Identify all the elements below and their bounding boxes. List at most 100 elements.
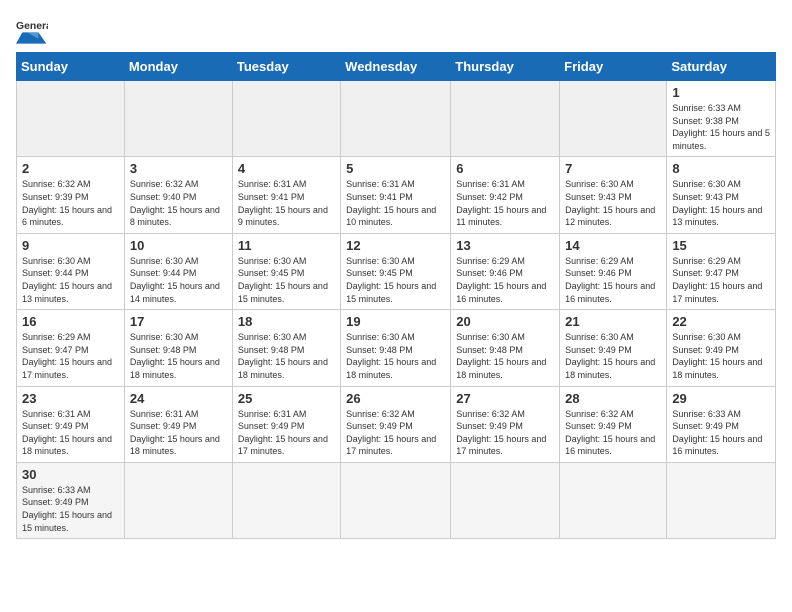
calendar-cell — [560, 462, 667, 538]
day-info: Sunrise: 6:31 AM Sunset: 9:41 PM Dayligh… — [238, 178, 335, 228]
day-number: 29 — [672, 391, 770, 406]
weekday-header: Friday — [560, 53, 667, 81]
logo-icon: General — [16, 16, 48, 44]
day-info: Sunrise: 6:33 AM Sunset: 9:49 PM Dayligh… — [22, 484, 119, 534]
day-info: Sunrise: 6:30 AM Sunset: 9:48 PM Dayligh… — [346, 331, 445, 381]
calendar-cell: 3 Sunrise: 6:32 AM Sunset: 9:40 PM Daylig… — [124, 157, 232, 233]
calendar-cell: 21 Sunrise: 6:30 AM Sunset: 9:49 PM Dayli… — [560, 310, 667, 386]
day-number: 5 — [346, 161, 445, 176]
day-number: 28 — [565, 391, 661, 406]
day-number: 25 — [238, 391, 335, 406]
day-number: 21 — [565, 314, 661, 329]
calendar-cell: 19 Sunrise: 6:30 AM Sunset: 9:48 PM Dayli… — [341, 310, 451, 386]
day-number: 30 — [22, 467, 119, 482]
day-info: Sunrise: 6:30 AM Sunset: 9:43 PM Dayligh… — [565, 178, 661, 228]
day-number: 20 — [456, 314, 554, 329]
day-number: 4 — [238, 161, 335, 176]
day-number: 7 — [565, 161, 661, 176]
calendar-cell: 5 Sunrise: 6:31 AM Sunset: 9:41 PM Daylig… — [341, 157, 451, 233]
calendar-week-row: 1 Sunrise: 6:33 AM Sunset: 9:38 PM Daylig… — [17, 81, 776, 157]
calendar-cell — [341, 462, 451, 538]
day-info: Sunrise: 6:31 AM Sunset: 9:49 PM Dayligh… — [130, 408, 227, 458]
page-header: General — [16, 16, 776, 44]
weekday-header-row: SundayMondayTuesdayWednesdayThursdayFrid… — [17, 53, 776, 81]
weekday-header: Tuesday — [232, 53, 340, 81]
day-number: 26 — [346, 391, 445, 406]
day-number: 9 — [22, 238, 119, 253]
calendar-week-row: 16Sunrise: 6:29 AM Sunset: 9:47 PM Dayli… — [17, 310, 776, 386]
day-info: Sunrise: 6:31 AM Sunset: 9:41 PM Dayligh… — [346, 178, 445, 228]
day-info: Sunrise: 6:30 AM Sunset: 9:48 PM Dayligh… — [456, 331, 554, 381]
day-number: 3 — [130, 161, 227, 176]
day-number: 1 — [672, 85, 770, 100]
day-info: Sunrise: 6:30 AM Sunset: 9:43 PM Dayligh… — [672, 178, 770, 228]
day-number: 17 — [130, 314, 227, 329]
day-info: Sunrise: 6:32 AM Sunset: 9:49 PM Dayligh… — [565, 408, 661, 458]
day-info: Sunrise: 6:29 AM Sunset: 9:46 PM Dayligh… — [456, 255, 554, 305]
calendar-cell: 9 Sunrise: 6:30 AM Sunset: 9:44 PM Daylig… — [17, 233, 125, 309]
calendar-cell: 29 Sunrise: 6:33 AM Sunset: 9:49 PM Dayli… — [667, 386, 776, 462]
day-info: Sunrise: 6:33 AM Sunset: 9:38 PM Dayligh… — [672, 102, 770, 152]
calendar-cell: 14Sunrise: 6:29 AM Sunset: 9:46 PM Dayli… — [560, 233, 667, 309]
day-number: 15 — [672, 238, 770, 253]
weekday-header: Monday — [124, 53, 232, 81]
calendar-cell: 30 Sunrise: 6:33 AM Sunset: 9:49 PM Dayli… — [17, 462, 125, 538]
day-info: Sunrise: 6:31 AM Sunset: 9:49 PM Dayligh… — [238, 408, 335, 458]
calendar-cell: 18 Sunrise: 6:30 AM Sunset: 9:48 PM Dayli… — [232, 310, 340, 386]
calendar-cell: 4 Sunrise: 6:31 AM Sunset: 9:41 PM Daylig… — [232, 157, 340, 233]
calendar-cell — [124, 462, 232, 538]
day-number: 22 — [672, 314, 770, 329]
weekday-header: Wednesday — [341, 53, 451, 81]
calendar-cell — [451, 462, 560, 538]
day-number: 16 — [22, 314, 119, 329]
day-number: 6 — [456, 161, 554, 176]
day-info: Sunrise: 6:30 AM Sunset: 9:44 PM Dayligh… — [130, 255, 227, 305]
day-info: Sunrise: 6:33 AM Sunset: 9:49 PM Dayligh… — [672, 408, 770, 458]
weekday-header: Saturday — [667, 53, 776, 81]
calendar-cell: 6 Sunrise: 6:31 AM Sunset: 9:42 PM Daylig… — [451, 157, 560, 233]
calendar-cell: 17 Sunrise: 6:30 AM Sunset: 9:48 PM Dayli… — [124, 310, 232, 386]
calendar-cell: 8 Sunrise: 6:30 AM Sunset: 9:43 PM Daylig… — [667, 157, 776, 233]
day-info: Sunrise: 6:30 AM Sunset: 9:48 PM Dayligh… — [238, 331, 335, 381]
calendar-cell: 28 Sunrise: 6:32 AM Sunset: 9:49 PM Dayli… — [560, 386, 667, 462]
day-info: Sunrise: 6:32 AM Sunset: 9:49 PM Dayligh… — [456, 408, 554, 458]
day-info: Sunrise: 6:32 AM Sunset: 9:49 PM Dayligh… — [346, 408, 445, 458]
day-number: 18 — [238, 314, 335, 329]
calendar-cell: 16Sunrise: 6:29 AM Sunset: 9:47 PM Dayli… — [17, 310, 125, 386]
calendar-week-row: 2Sunrise: 6:32 AM Sunset: 9:39 PM Daylig… — [17, 157, 776, 233]
day-number: 27 — [456, 391, 554, 406]
day-info: Sunrise: 6:29 AM Sunset: 9:47 PM Dayligh… — [672, 255, 770, 305]
calendar-cell — [451, 81, 560, 157]
calendar-cell — [560, 81, 667, 157]
day-number: 23 — [22, 391, 119, 406]
calendar-cell — [17, 81, 125, 157]
calendar-cell: 27 Sunrise: 6:32 AM Sunset: 9:49 PM Dayli… — [451, 386, 560, 462]
day-number: 10 — [130, 238, 227, 253]
calendar-week-row: 30 Sunrise: 6:33 AM Sunset: 9:49 PM Dayli… — [17, 462, 776, 538]
calendar-week-row: 9 Sunrise: 6:30 AM Sunset: 9:44 PM Daylig… — [17, 233, 776, 309]
day-number: 14 — [565, 238, 661, 253]
day-number: 12 — [346, 238, 445, 253]
day-info: Sunrise: 6:31 AM Sunset: 9:49 PM Dayligh… — [22, 408, 119, 458]
day-number: 24 — [130, 391, 227, 406]
calendar-cell — [341, 81, 451, 157]
calendar-cell: 7 Sunrise: 6:30 AM Sunset: 9:43 PM Daylig… — [560, 157, 667, 233]
day-info: Sunrise: 6:30 AM Sunset: 9:45 PM Dayligh… — [346, 255, 445, 305]
calendar-week-row: 23 Sunrise: 6:31 AM Sunset: 9:49 PM Dayli… — [17, 386, 776, 462]
day-info: Sunrise: 6:32 AM Sunset: 9:40 PM Dayligh… — [130, 178, 227, 228]
day-info: Sunrise: 6:30 AM Sunset: 9:49 PM Dayligh… — [672, 331, 770, 381]
day-info: Sunrise: 6:31 AM Sunset: 9:42 PM Dayligh… — [456, 178, 554, 228]
day-info: Sunrise: 6:30 AM Sunset: 9:49 PM Dayligh… — [565, 331, 661, 381]
calendar-cell: 12 Sunrise: 6:30 AM Sunset: 9:45 PM Dayli… — [341, 233, 451, 309]
calendar-cell: 1 Sunrise: 6:33 AM Sunset: 9:38 PM Daylig… — [667, 81, 776, 157]
calendar-cell: 24 Sunrise: 6:31 AM Sunset: 9:49 PM Dayli… — [124, 386, 232, 462]
day-info: Sunrise: 6:30 AM Sunset: 9:48 PM Dayligh… — [130, 331, 227, 381]
day-info: Sunrise: 6:30 AM Sunset: 9:44 PM Dayligh… — [22, 255, 119, 305]
day-number: 19 — [346, 314, 445, 329]
svg-text:General: General — [16, 21, 48, 32]
day-number: 8 — [672, 161, 770, 176]
calendar-cell: 10 Sunrise: 6:30 AM Sunset: 9:44 PM Dayli… — [124, 233, 232, 309]
calendar-cell: 25 Sunrise: 6:31 AM Sunset: 9:49 PM Dayli… — [232, 386, 340, 462]
calendar-cell: 2Sunrise: 6:32 AM Sunset: 9:39 PM Daylig… — [17, 157, 125, 233]
weekday-header: Sunday — [17, 53, 125, 81]
